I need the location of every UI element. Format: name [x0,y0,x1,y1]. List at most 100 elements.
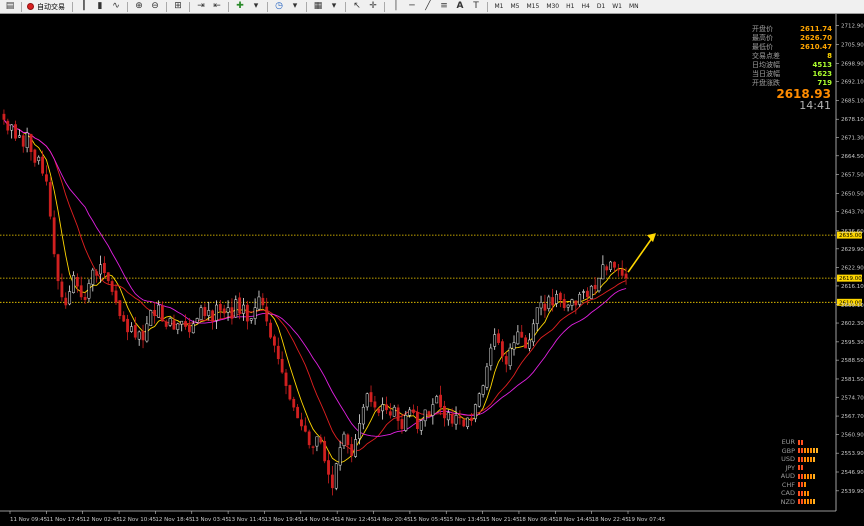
text-tool-icon[interactable]: A [454,1,466,12]
toolbar-separator [306,1,307,12]
info-label: 最高价 [752,34,773,42]
info-value: 8 [827,52,832,60]
periods-icon[interactable]: ◷ [273,1,285,12]
tile-windows-icon[interactable]: ⊞ [172,1,184,12]
dropdown-arrow-icon[interactable]: ▾ [289,1,301,12]
chart-shift-icon[interactable]: ⇥ [195,1,207,12]
candle-body [52,217,56,255]
timeframe-m1-button[interactable]: M1 [492,1,507,12]
info-value: 4513 [812,61,832,69]
candle-body [106,272,110,282]
info-value: 1623 [812,70,832,78]
candle-body [531,323,535,343]
zoom-in-icon[interactable]: ⊕ [133,1,145,12]
candle-body [388,411,392,416]
templates-icon[interactable]: ▦ [312,1,324,12]
timeframe-h1-button[interactable]: H1 [563,1,577,12]
horizontal-line-icon[interactable]: ─ [406,1,418,12]
candle-body [361,406,365,425]
candle-body [427,411,431,416]
timeframe-m15-button[interactable]: M15 [524,1,543,12]
indicators-icon[interactable]: ✚ [234,1,246,12]
strength-bars [798,499,816,505]
trendline-icon[interactable]: ╱ [422,1,434,12]
timeframe-m5-button[interactable]: M5 [508,1,523,12]
price-tick-label: 2685.10 [841,98,864,104]
candle-body [315,436,319,447]
candle-body [334,463,338,489]
time-tick-label: 15 Nov 21:45 [483,517,521,523]
candle-body [458,416,462,419]
candle-body [164,321,168,327]
candle-body [485,366,489,388]
candle-body [609,261,613,270]
crosshair-icon[interactable]: ✛ [367,1,379,12]
toolbar-separator [21,1,22,12]
zoom-out-icon[interactable]: ⊖ [149,1,161,12]
strength-bar [801,490,803,496]
vertical-line-icon[interactable]: │ [390,1,402,12]
candle-body [504,356,508,365]
price-chart[interactable]: 2635.002619.002610.00 2712.902705.902698… [0,14,864,526]
strength-bar [801,473,803,479]
timeframe-mn-button[interactable]: MN [626,1,642,12]
line-chart-icon[interactable]: ∿ [110,1,122,12]
timeframe-w1-button[interactable]: W1 [609,1,625,12]
candle-body [118,300,122,317]
new-chart-icon[interactable]: ▤ [4,1,16,12]
price-tick-label: 2539.90 [841,489,864,495]
timeframe-m30-button[interactable]: M30 [543,1,562,12]
info-value: 2626.70 [800,34,832,42]
symbol-info-panel: 开盘价 2611.74 最高价 2626.70 最低价 2610.47 交易点差… [752,25,832,88]
candle-body [238,297,242,314]
candle-body [126,318,129,333]
candlestick-icon[interactable]: ▮ [94,1,106,12]
candle-body [79,285,83,298]
candle-body [145,323,149,342]
candle-body [327,460,330,475]
strength-bar [810,456,812,462]
candle-body [358,423,361,439]
candle-body [373,401,377,408]
candle-body [365,393,369,408]
strength-bar [798,448,800,454]
info-label: 日均波幅 [752,61,780,69]
candle-body [624,273,628,279]
candle-body [508,347,512,367]
info-row-open: 开盘价 2611.74 [752,25,832,34]
timeframe-d1-button[interactable]: D1 [594,1,608,12]
strength-bars [798,473,816,479]
info-row-day-range: 当日波幅 1623 [752,70,832,79]
dropdown-arrow-icon[interactable]: ▾ [328,1,340,12]
candle-body [33,149,37,163]
candle-body [149,310,153,326]
candle-body [14,124,17,139]
strength-label: AUD [780,472,795,481]
info-row-avg-range: 日均波幅 4513 [752,61,832,70]
candle-body [566,304,570,308]
autoscroll-icon[interactable]: ⇤ [211,1,223,12]
label-tool-icon[interactable]: T [470,1,482,12]
candle-body [276,345,280,360]
candle-body [466,417,470,427]
dropdown-arrow-icon[interactable]: ▾ [250,1,262,12]
bar-chart-icon[interactable]: ┃ [78,1,90,12]
candle-body [257,296,261,310]
candle-body [473,404,477,420]
timeframe-h4-button[interactable]: H4 [578,1,592,12]
strength-bars [798,439,804,445]
channel-icon[interactable]: ≡ [438,1,450,12]
candle-body [17,135,21,138]
candle-body [168,318,172,326]
candle-body [597,277,601,292]
candle-body [423,409,427,422]
candle-body [114,290,118,303]
price-tick-label: 2671.30 [841,136,864,142]
candle-body [195,318,199,323]
auto-trading-button[interactable]: 自动交易 [25,1,67,13]
candle-body [56,254,60,282]
candle-body [68,291,72,305]
cursor-icon[interactable]: ↖ [351,1,363,12]
time-tick-label: 18 Nov 06:45 [519,517,557,523]
candle-body [207,310,211,316]
